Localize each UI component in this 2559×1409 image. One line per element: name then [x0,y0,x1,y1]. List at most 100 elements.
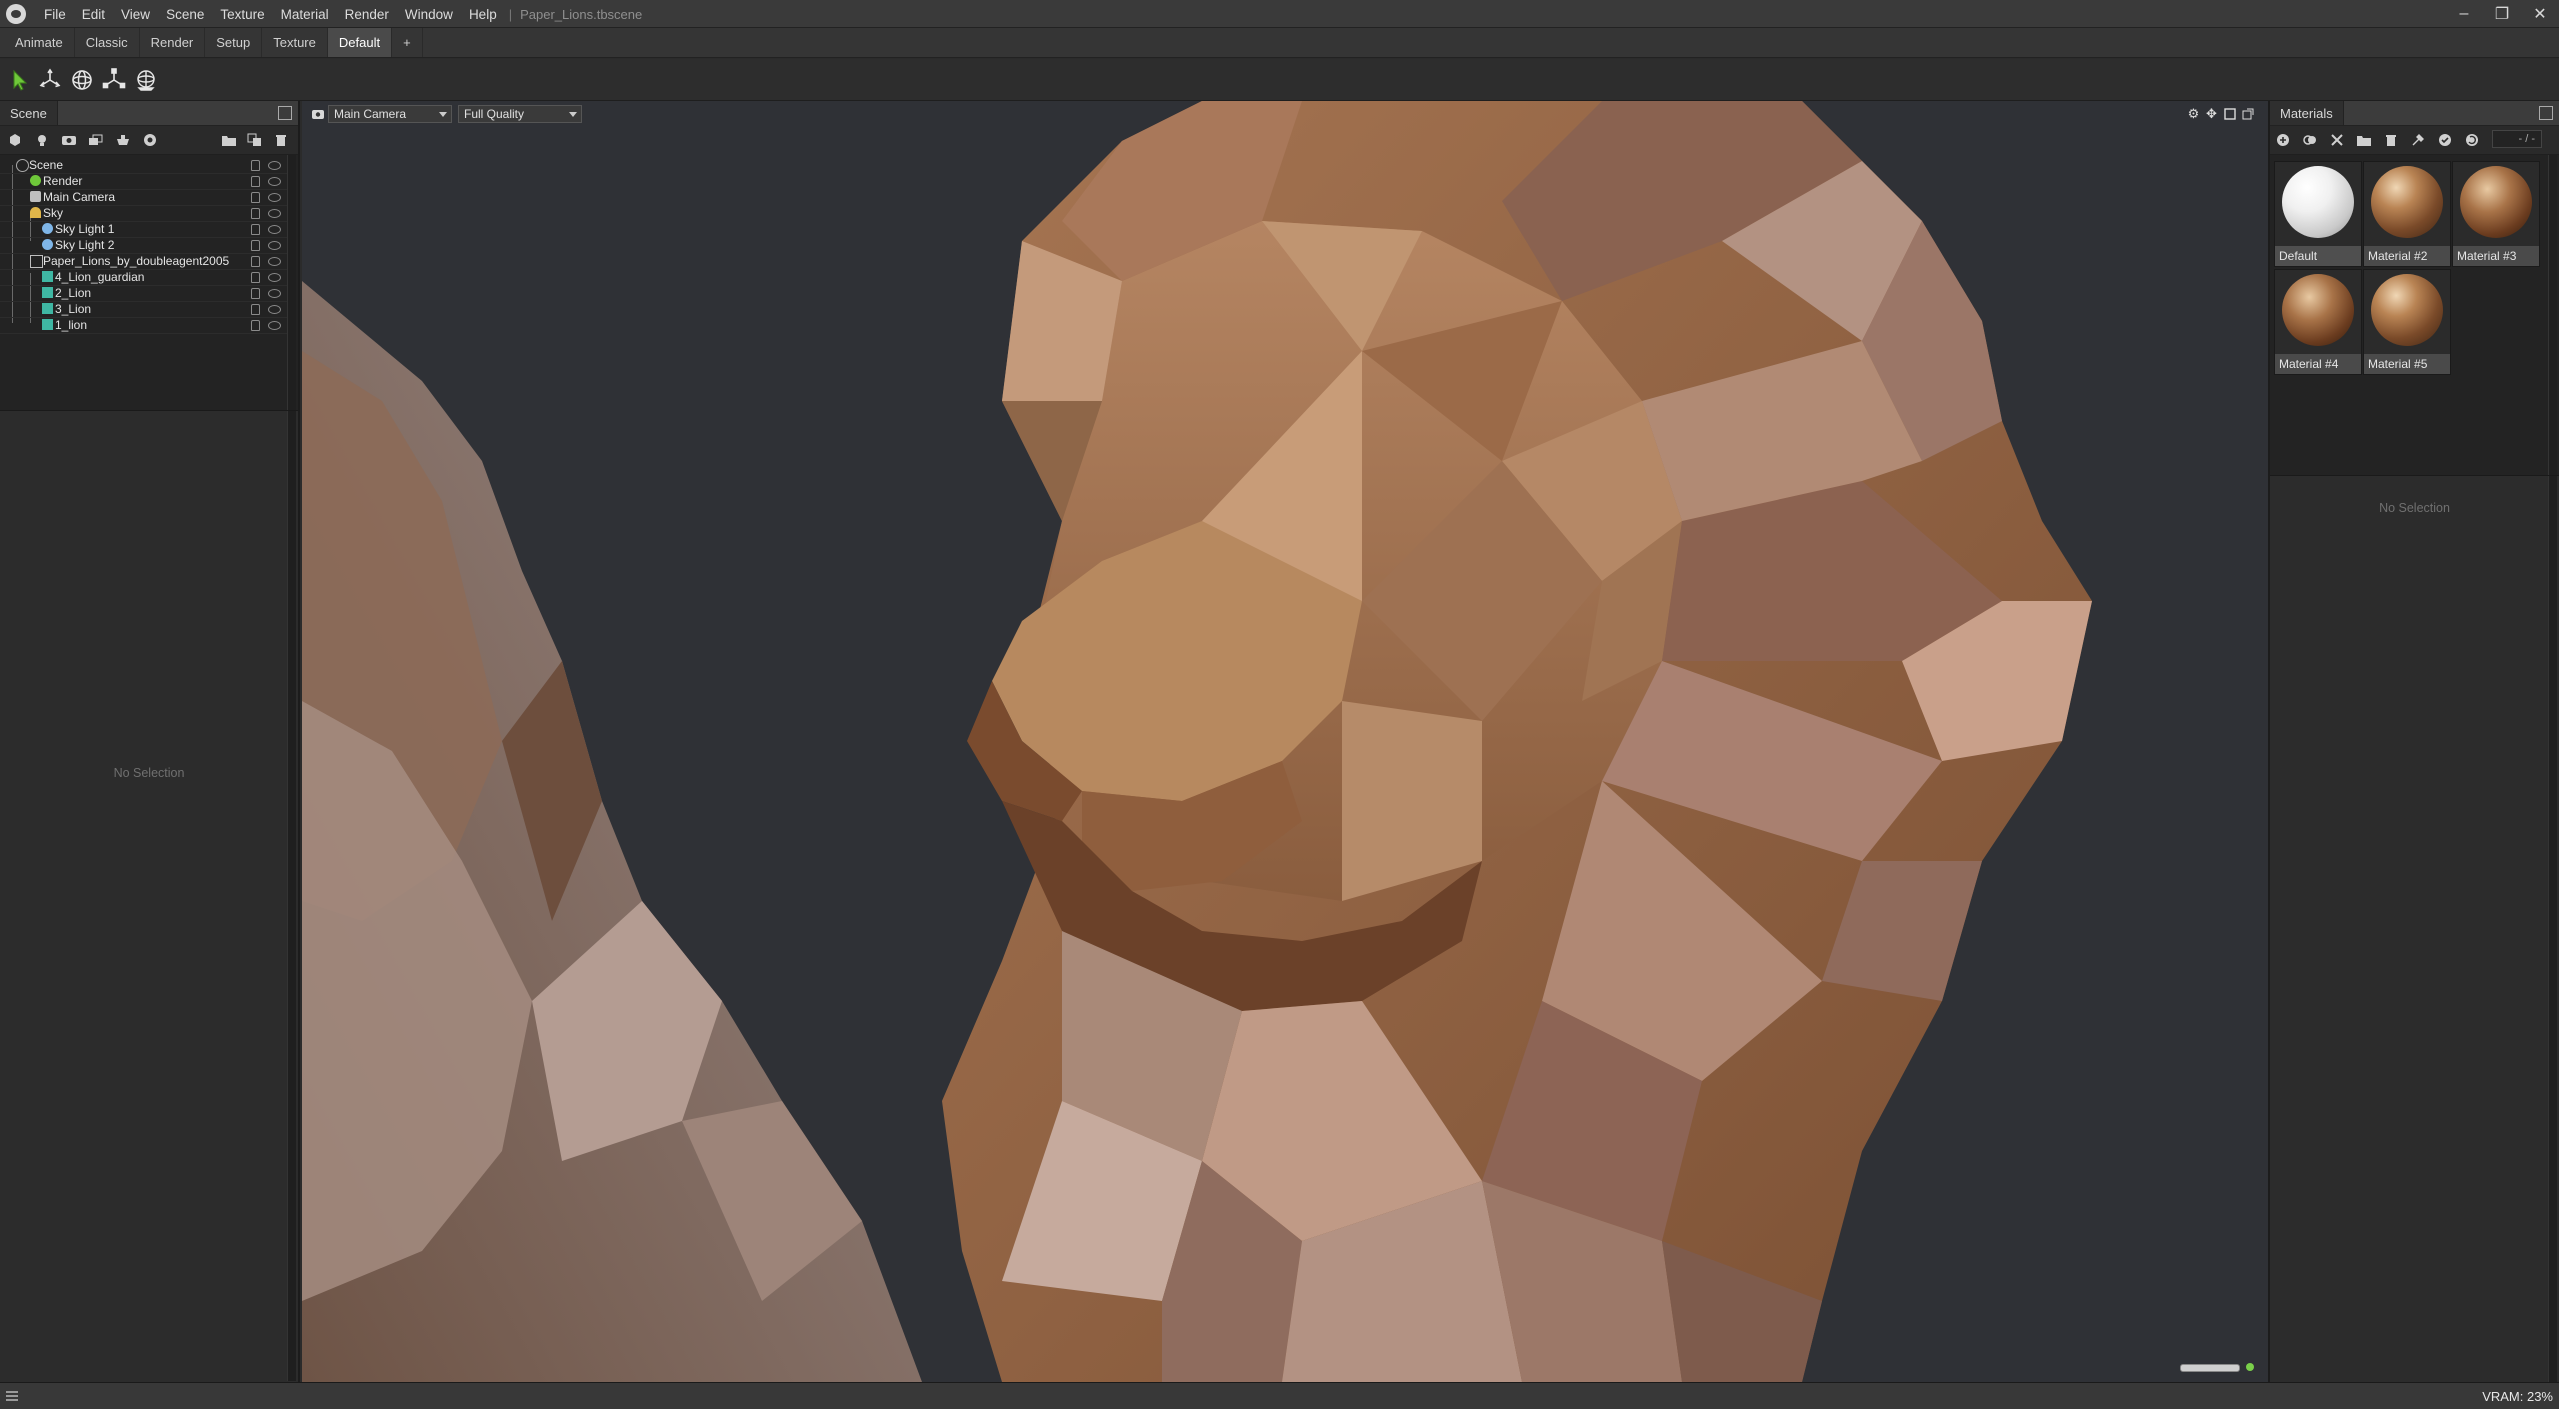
pick-material-icon[interactable] [2409,131,2427,149]
duplicate-material-icon[interactable] [2301,131,2319,149]
close-button[interactable]: ✕ [2521,0,2559,28]
material-properties-scrollbar[interactable] [2548,476,2557,1384]
visibility-icon[interactable] [268,289,281,298]
viewport[interactable]: Main Camera Full Quality ⚙ ✥ [302,101,2268,1382]
add-group-icon[interactable] [87,131,105,149]
duplicate-icon[interactable] [246,131,264,149]
properties-scrollbar[interactable] [287,411,296,1381]
visibility-icon[interactable] [268,193,281,202]
checker-icon[interactable] [2328,131,2346,149]
add-shadow-catcher-icon[interactable] [114,131,132,149]
lock-icon[interactable] [251,224,260,235]
add-camera-icon[interactable] [60,131,78,149]
visibility-icon[interactable] [268,273,281,282]
delete-icon[interactable] [272,131,290,149]
menu-material[interactable]: Material [273,7,337,22]
scene-tree-scrollbar[interactable] [287,155,296,410]
popout-icon[interactable] [278,106,292,120]
tree-item-sky-light-1[interactable]: Sky Light 1 [0,221,290,238]
tree-item-mesh[interactable]: 4_Lion_guardian [0,269,290,286]
gear-icon[interactable]: ⚙ [2186,106,2201,121]
visibility-icon[interactable] [268,225,281,234]
menu-view[interactable]: View [113,7,158,22]
add-material-icon[interactable] [2274,131,2292,149]
tree-item-main-camera[interactable]: Main Camera [0,189,290,206]
move-view-icon[interactable]: ✥ [2204,106,2219,121]
material-swatch[interactable]: Material #5 [2363,269,2451,375]
tree-item-mesh[interactable]: 1_lion [0,317,290,334]
visibility-icon[interactable] [268,257,281,266]
lock-icon[interactable] [251,256,260,267]
menu-lines-icon[interactable] [6,1391,18,1401]
folder-icon[interactable] [2355,131,2373,149]
world-tool-icon[interactable] [132,66,160,94]
lock-icon[interactable] [251,304,260,315]
minimize-button[interactable]: – [2445,0,2483,28]
lock-icon[interactable] [251,192,260,203]
menu-help[interactable]: Help [461,7,505,22]
frame-icon[interactable] [2222,106,2237,121]
material-ball-icon [2282,166,2354,238]
app-logo-icon[interactable] [6,4,26,24]
visibility-icon[interactable] [268,305,281,314]
visibility-icon[interactable] [268,161,281,170]
tab-setup[interactable]: Setup [205,28,263,57]
quality-select[interactable]: Full Quality [458,105,582,123]
move-tool-icon[interactable] [36,66,64,94]
menu-file[interactable]: File [36,7,74,22]
popout-icon[interactable] [2539,106,2553,120]
material-swatch[interactable]: Material #4 [2274,269,2362,375]
menu-texture[interactable]: Texture [212,7,272,22]
tree-item-sky-light-2[interactable]: Sky Light 2 [0,237,290,254]
material-swatch[interactable]: Default [2274,161,2362,267]
tab-texture[interactable]: Texture [262,28,328,57]
select-tool-icon[interactable] [6,66,34,94]
apply-icon[interactable] [2436,131,2454,149]
material-swatch[interactable]: Material #2 [2363,161,2451,267]
tree-item-render[interactable]: Render [0,173,290,190]
import-folder-icon[interactable] [220,131,238,149]
lock-icon[interactable] [251,288,260,299]
tab-classic[interactable]: Classic [75,28,140,57]
tree-item-paper-lions[interactable]: Paper_Lions_by_doubleagent2005 [0,253,290,270]
tree-item-sky[interactable]: Sky [0,205,290,222]
material-swatch[interactable]: Material #3 [2452,161,2540,267]
refresh-icon[interactable] [2463,131,2481,149]
delete-icon[interactable] [2382,131,2400,149]
tab-animate[interactable]: Animate [4,28,75,57]
add-light-icon[interactable] [33,131,51,149]
tree-item-mesh[interactable]: 2_Lion [0,285,290,302]
lock-icon[interactable] [251,208,260,219]
lock-icon[interactable] [251,160,260,171]
lock-icon[interactable] [251,320,260,331]
visibility-icon[interactable] [268,209,281,218]
menu-render[interactable]: Render [337,7,397,22]
visibility-icon[interactable] [268,321,281,330]
popout-icon[interactable] [2240,106,2255,121]
lock-icon[interactable] [251,272,260,283]
add-tab-button[interactable]: + [392,28,423,57]
add-object-icon[interactable] [6,131,24,149]
visibility-icon[interactable] [268,177,281,186]
lock-icon[interactable] [251,176,260,187]
tab-default[interactable]: Default [327,28,393,57]
lock-icon[interactable] [251,240,260,251]
visibility-icon[interactable] [268,241,281,250]
tab-scene[interactable]: Scene [0,101,58,125]
menu-window[interactable]: Window [397,7,461,22]
scale-tool-icon[interactable] [100,66,128,94]
viewport-zoom-slider[interactable] [2180,1364,2240,1372]
add-fog-icon[interactable] [141,131,159,149]
rotate-tool-icon[interactable] [68,66,96,94]
material-grid-scrollbar[interactable] [2548,155,2557,475]
camera-icon[interactable] [310,106,325,121]
menu-edit[interactable]: Edit [74,7,113,22]
menu-scene[interactable]: Scene [158,7,212,22]
maximize-button[interactable]: ❐ [2483,0,2521,28]
camera-select[interactable]: Main Camera [328,105,452,123]
tab-materials[interactable]: Materials [2270,101,2344,125]
tab-render[interactable]: Render [140,28,206,57]
tree-item-mesh[interactable]: 3_Lion [0,301,290,318]
tree-item-scene[interactable]: Scene [0,157,290,174]
material-page-field[interactable]: - / - [2492,130,2542,148]
